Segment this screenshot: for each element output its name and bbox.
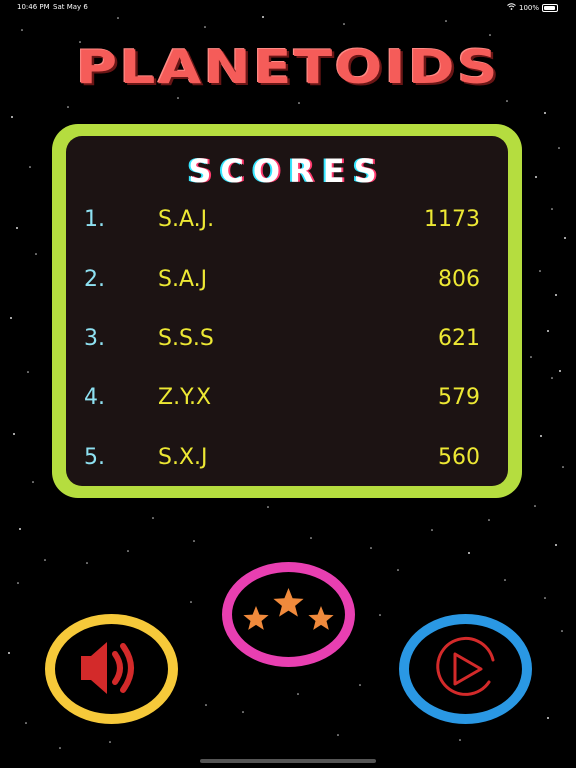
battery-percent: 100% xyxy=(518,3,539,12)
score-row: 2. S.A.J 806 xyxy=(66,267,508,297)
score-name: S.S.S xyxy=(158,326,214,351)
game-title: PLANETOIDS xyxy=(76,40,500,94)
battery-icon xyxy=(542,3,558,12)
score-name: Z.Y.X xyxy=(158,385,212,410)
rate-button[interactable] xyxy=(222,562,355,667)
score-rank: 4. xyxy=(84,385,105,410)
wifi-icon xyxy=(507,3,516,12)
scores-board: SCORES 1. S.A.J. 1173 2. S.A.J 806 3. S.… xyxy=(66,136,508,486)
score-row: 1. S.A.J. 1173 xyxy=(66,207,508,237)
score-name: S.A.J. xyxy=(158,207,215,232)
scores-panel: SCORES 1. S.A.J. 1173 2. S.A.J 806 3. S.… xyxy=(52,124,522,498)
status-right: 100% xyxy=(507,3,558,12)
score-row: 5. S.X.J 560 xyxy=(66,445,508,475)
score-name: S.A.J xyxy=(158,267,208,292)
score-value: 621 xyxy=(438,326,480,351)
score-value: 1173 xyxy=(424,207,480,232)
status-bar: 10:46 PM Sat May 6 100% xyxy=(0,0,576,14)
sound-button[interactable] xyxy=(45,614,178,724)
score-rank: 1. xyxy=(84,207,105,232)
score-value: 806 xyxy=(438,267,480,292)
three-stars-icon xyxy=(243,588,334,630)
score-rank: 5. xyxy=(84,445,105,470)
score-row: 3. S.S.S 621 xyxy=(66,326,508,356)
status-time: 10:46 PM xyxy=(17,3,50,11)
score-name: S.X.J xyxy=(158,445,208,470)
speaker-icon xyxy=(81,642,134,694)
home-indicator[interactable] xyxy=(200,759,376,763)
play-icon xyxy=(436,636,495,696)
play-button[interactable] xyxy=(399,614,532,724)
score-row: 4. Z.Y.X 579 xyxy=(66,385,508,415)
score-rank: 3. xyxy=(84,326,105,351)
status-date: Sat May 6 xyxy=(53,3,88,11)
score-value: 560 xyxy=(438,445,480,470)
score-rank: 2. xyxy=(84,267,105,292)
score-value: 579 xyxy=(438,385,480,410)
scores-heading: SCORES xyxy=(188,152,386,190)
